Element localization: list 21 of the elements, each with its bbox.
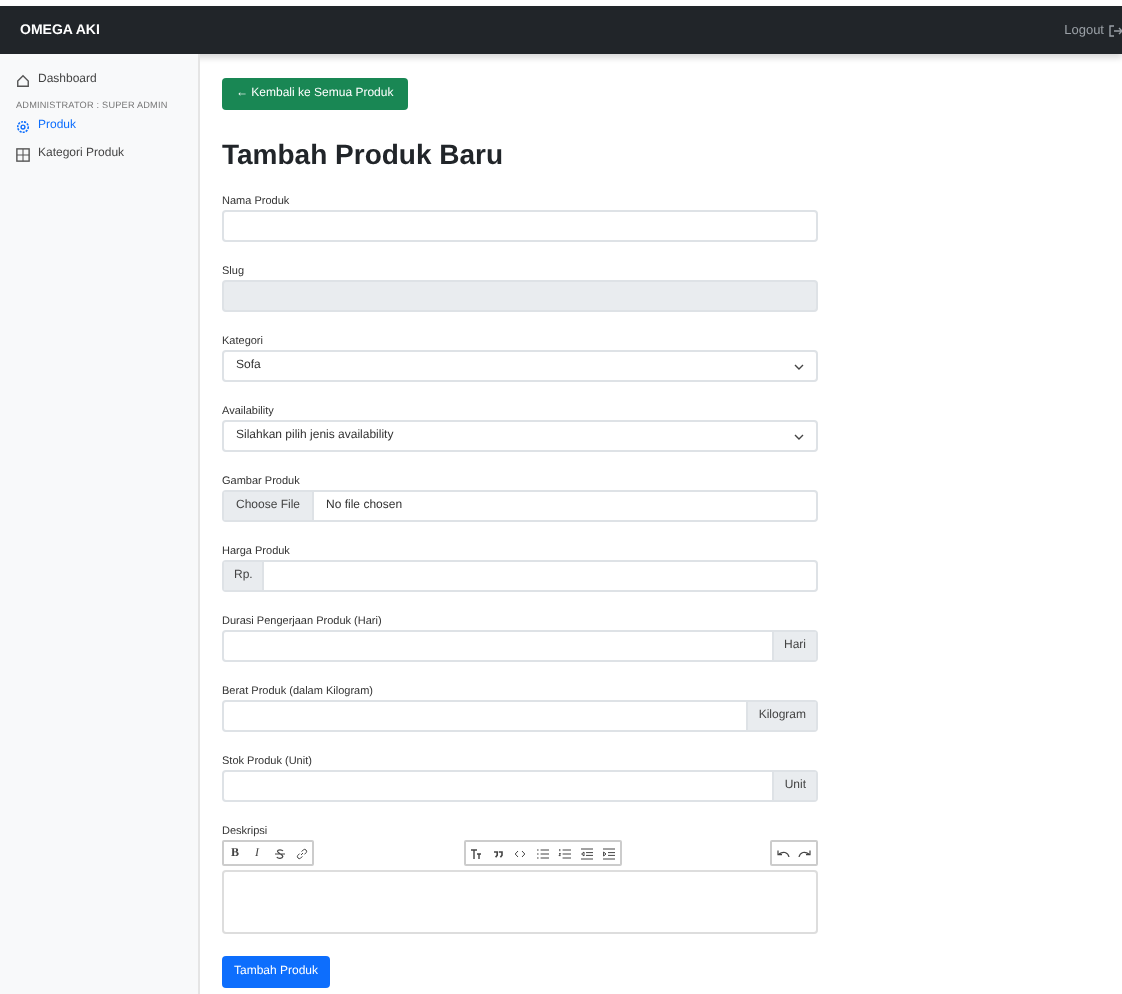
bullet-list-icon (535, 847, 549, 859)
page-title: Tambah Produk Baru (222, 138, 506, 170)
outdent-icon (579, 847, 593, 859)
chevron-down-icon (794, 433, 804, 439)
toolbar-button[interactable] (597, 842, 619, 864)
house-icon (16, 73, 30, 87)
logout-icon (1108, 23, 1122, 37)
gear-icon (16, 119, 30, 133)
redo-icon (798, 848, 812, 858)
chevron-down-icon (794, 363, 804, 369)
text-input[interactable] (222, 210, 818, 242)
code-icon (514, 847, 526, 859)
toolbar-button[interactable] (575, 842, 597, 864)
link-icon (295, 847, 307, 859)
quote-icon (492, 847, 504, 859)
undo-icon (776, 848, 790, 858)
numbered-list-icon (557, 847, 571, 859)
indent-icon (601, 847, 615, 859)
grid-icon (16, 147, 30, 161)
strikethrough-icon (273, 847, 285, 859)
heading-icon (470, 847, 482, 859)
